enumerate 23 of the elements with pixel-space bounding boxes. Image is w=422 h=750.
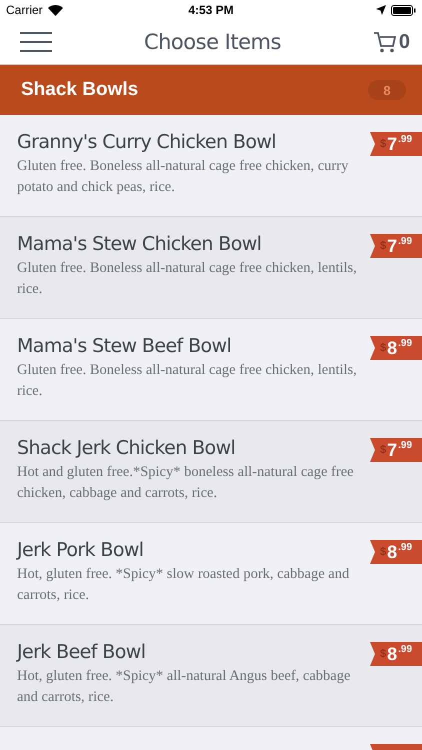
item-name: Jerk Pork Bowl (17, 539, 144, 561)
item-description: Gluten free. Boneless all-natural cage free chicken, lentils, rice. (17, 361, 358, 401)
item-name: Mama's Stew Chicken Bowl (17, 233, 262, 255)
menu-icon[interactable] (20, 32, 52, 52)
item-name: Shack Jerk Chicken Bowl (17, 437, 236, 459)
item-count: 8 (368, 80, 406, 100)
wifi-icon (48, 4, 63, 16)
item-description: Gluten free. Boneless all-natural cage free chicken, curry potato and chick peas, rice. (17, 157, 350, 197)
section-title: Shack Bowls (21, 79, 138, 101)
item-name: Granny's Curry Chicken Bowl (17, 131, 277, 153)
item-description: Hot, gluten free. *Spicy* slow roasted pork, cabbage and carrots, rice. (17, 565, 350, 605)
battery-icon (390, 4, 416, 16)
item-name: Mama's Stew Beef Bowl (17, 335, 232, 357)
carrier-name: Carrier (6, 3, 43, 17)
location-icon (376, 5, 386, 15)
screen-title: Choose Items (144, 30, 281, 54)
item-description: Hot and gluten free.*Spicy* boneless all-natural cage free chicken, cabbage and carrots, rice. (17, 463, 355, 503)
item-description: Hot, gluten free. *Spicy* all-natural Angus beef, cabbage and carrots, rice. (17, 667, 352, 707)
section-header[interactable]: Shack Bowls 8 (0, 65, 422, 115)
item-name: Jerk Beef Bowl (17, 641, 146, 663)
item-description: Gluten free. Boneless all-natural cage free chicken, lentils, rice. (17, 259, 358, 299)
status-time: 4:53 PM (188, 3, 234, 17)
cart-button[interactable]: 0 (372, 30, 410, 54)
